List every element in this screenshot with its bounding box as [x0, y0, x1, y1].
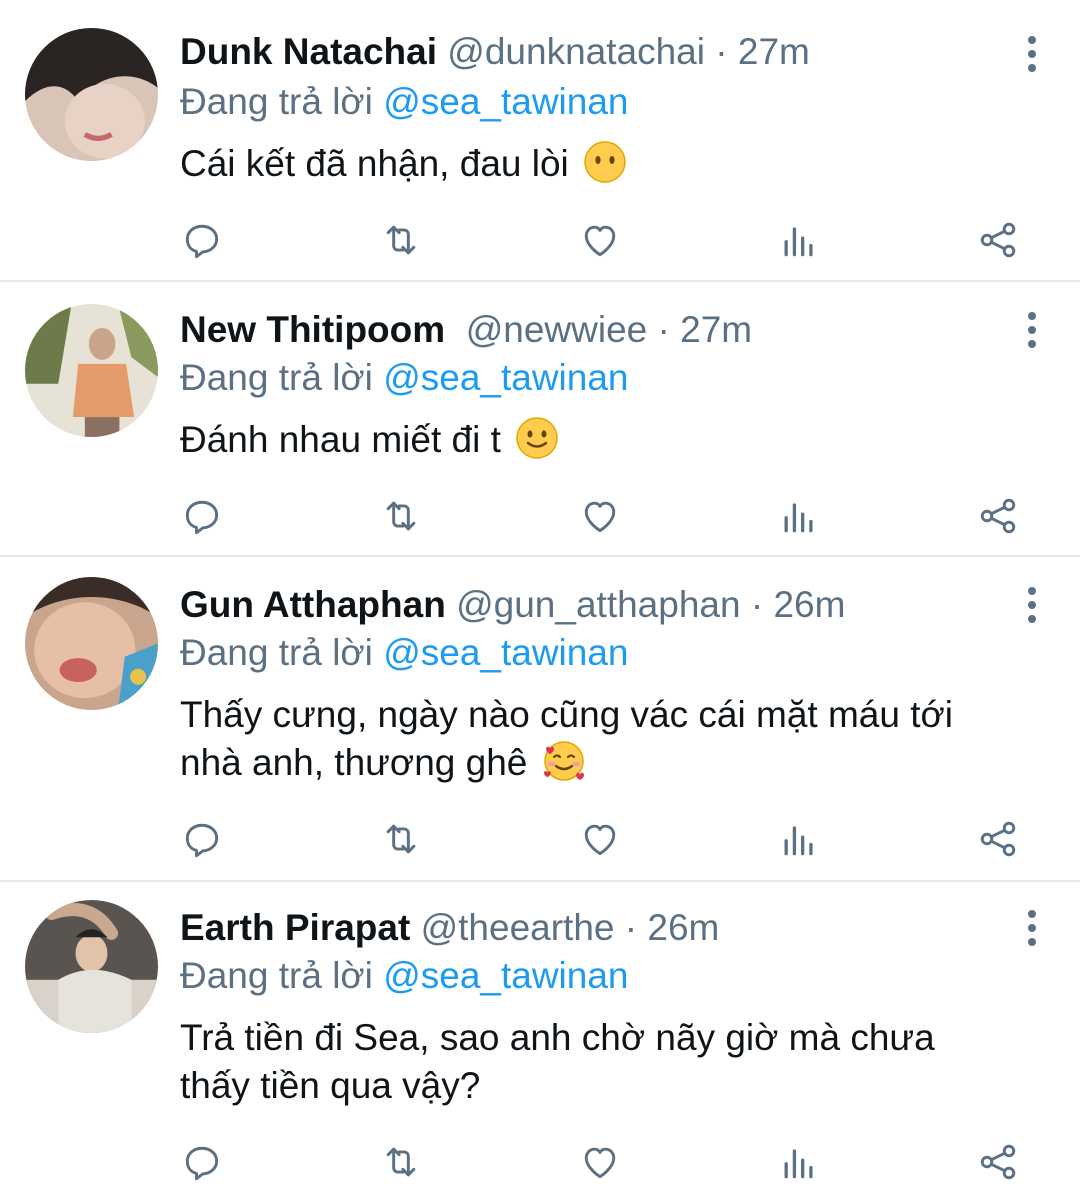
tweet-text: Thấy cưng, ngày nào cũng vác cái mặt máu…	[180, 691, 1040, 787]
mention-link[interactable]: @sea_tawinan	[383, 955, 628, 996]
analytics-icon[interactable]	[777, 494, 821, 538]
avatar[interactable]	[25, 900, 158, 1033]
replying-to: Đang trả lời @sea_tawinan	[180, 80, 629, 124]
tweet-header: Earth Pirapat @theearthe · 26m	[180, 906, 719, 950]
handle[interactable]: @newwiee	[466, 309, 648, 350]
tweet-actions	[180, 817, 1040, 861]
reply-icon[interactable]	[180, 218, 224, 262]
mention-link[interactable]: @sea_tawinan	[383, 357, 628, 398]
reply-icon[interactable]	[180, 817, 224, 861]
retweet-icon[interactable]	[379, 218, 423, 262]
timestamp[interactable]: · 26m	[751, 584, 846, 625]
replying-prefix: Đang trả lời	[180, 632, 373, 673]
like-icon[interactable]	[578, 494, 622, 538]
tweet-text: Trả tiền đi Sea, sao anh chờ nãy giờ mà …	[180, 1014, 1040, 1110]
avatar[interactable]	[25, 304, 158, 437]
like-icon[interactable]	[578, 218, 622, 262]
more-options-icon[interactable]	[1024, 310, 1040, 350]
timestamp[interactable]: · 26m	[625, 907, 720, 948]
tweet-text-line: thấy tiền qua vậy?	[180, 1065, 481, 1106]
retweet-icon[interactable]	[379, 494, 423, 538]
display-name[interactable]: Gun Atthaphan	[180, 584, 446, 625]
handle[interactable]: @gun_atthaphan	[456, 584, 740, 625]
display-name[interactable]: Earth Pirapat	[180, 907, 410, 948]
tweet-actions	[180, 218, 1040, 262]
more-options-icon[interactable]	[1024, 908, 1040, 948]
tweet-text-line: Trả tiền đi Sea, sao anh chờ nãy giờ mà …	[180, 1017, 935, 1058]
slightly-smiling-face-emoji	[516, 417, 558, 459]
replying-prefix: Đang trả lời	[180, 357, 373, 398]
tweet-header: Dunk Natachai @dunknatachai · 27m	[180, 30, 810, 74]
replying-prefix: Đang trả lời	[180, 955, 373, 996]
share-icon[interactable]	[976, 218, 1020, 262]
mention-link[interactable]: @sea_tawinan	[383, 81, 628, 122]
tweet-text-content: Đánh nhau miết đi t	[180, 419, 501, 460]
tweet-header: New Thitipoom @newwiee · 27m	[180, 308, 752, 352]
avatar[interactable]	[25, 28, 158, 161]
avatar[interactable]	[25, 577, 158, 710]
tweet-item[interactable]: Gun Atthaphan @gun_atthaphan · 26m Đang …	[0, 557, 1080, 882]
tweet-text: Cái kết đã nhận, đau lòi	[180, 140, 1040, 188]
retweet-icon[interactable]	[379, 817, 423, 861]
tweet-item[interactable]: Dunk Natachai @dunknatachai · 27m Đang t…	[0, 0, 1080, 282]
tweet-text-line: Thấy cưng, ngày nào cũng vác cái mặt máu…	[180, 694, 953, 735]
tweet-header: Gun Atthaphan @gun_atthaphan · 26m	[180, 583, 845, 627]
replying-to: Đang trả lời @sea_tawinan	[180, 631, 629, 675]
analytics-icon[interactable]	[777, 218, 821, 262]
share-icon[interactable]	[976, 1140, 1020, 1184]
handle[interactable]: @theearthe	[421, 907, 615, 948]
tweet-text: Đánh nhau miết đi t	[180, 416, 1040, 464]
replying-to: Đang trả lời @sea_tawinan	[180, 954, 629, 998]
more-options-icon[interactable]	[1024, 34, 1040, 74]
retweet-icon[interactable]	[379, 1140, 423, 1184]
handle[interactable]: @dunknatachai	[447, 31, 705, 72]
replying-prefix: Đang trả lời	[180, 81, 373, 122]
share-icon[interactable]	[976, 817, 1020, 861]
analytics-icon[interactable]	[777, 1140, 821, 1184]
mention-link[interactable]: @sea_tawinan	[383, 632, 628, 673]
smiling-face-with-hearts-emoji	[543, 741, 584, 781]
tweet-actions	[180, 1140, 1040, 1184]
tweet-item[interactable]: New Thitipoom @newwiee · 27m Đang trả lờ…	[0, 282, 1080, 557]
analytics-icon[interactable]	[777, 817, 821, 861]
display-name[interactable]: Dunk Natachai	[180, 31, 437, 72]
like-icon[interactable]	[578, 817, 622, 861]
tweet-item[interactable]: Earth Pirapat @theearthe · 26m Đang trả …	[0, 882, 1080, 1194]
replying-to: Đang trả lời @sea_tawinan	[180, 356, 629, 400]
timestamp[interactable]: · 27m	[715, 31, 810, 72]
reply-icon[interactable]	[180, 494, 224, 538]
tweet-text-line: nhà anh, thương ghê	[180, 742, 528, 783]
share-icon[interactable]	[976, 494, 1020, 538]
neutral-face-emoji	[584, 141, 626, 183]
like-icon[interactable]	[578, 1140, 622, 1184]
tweet-text-content: Cái kết đã nhận, đau lòi	[180, 143, 569, 184]
tweet-actions	[180, 494, 1040, 538]
reply-icon[interactable]	[180, 1140, 224, 1184]
more-options-icon[interactable]	[1024, 585, 1040, 625]
timestamp[interactable]: · 27m	[658, 309, 753, 350]
display-name[interactable]: New Thitipoom	[180, 309, 445, 350]
